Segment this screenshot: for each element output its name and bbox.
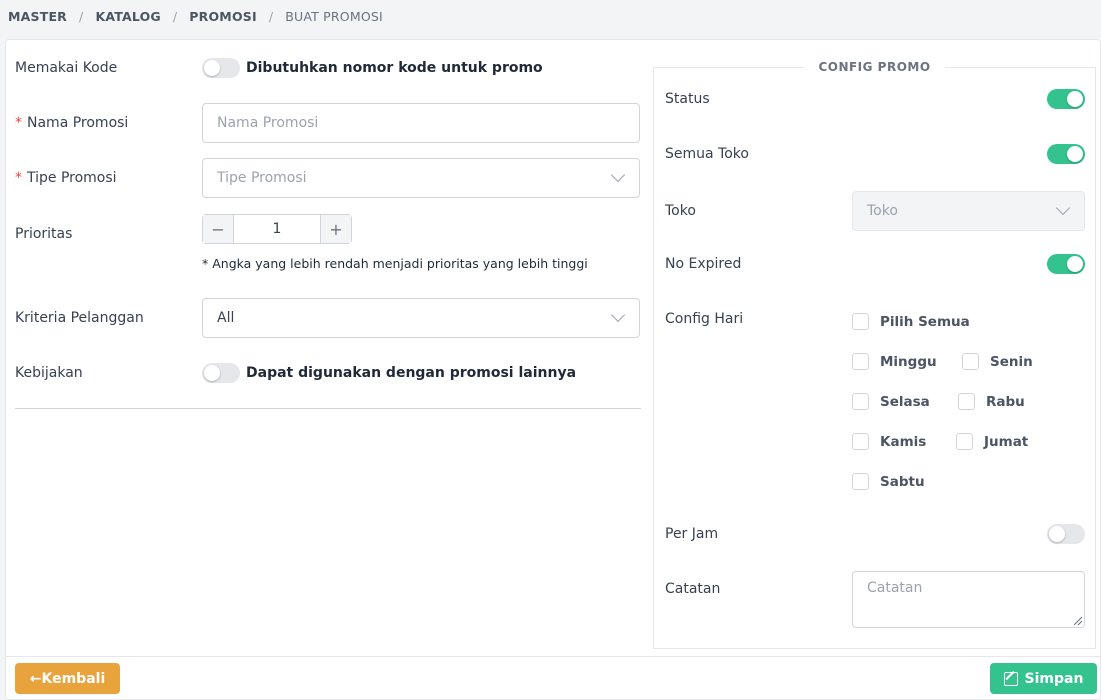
form-card: Memakai Kode Dibutuhkan nomor kode untuk… — [5, 39, 1101, 700]
checkbox-box[interactable] — [852, 353, 869, 370]
semua-toko-row: Semua Toko — [665, 144, 1085, 164]
prioritas-value[interactable]: 1 — [233, 215, 321, 243]
sabtu-label: Sabtu — [880, 473, 925, 490]
prioritas-hint: * Angka yang lebih rendah menjadi priori… — [202, 256, 588, 271]
breadcrumb-separator: / — [268, 9, 274, 24]
edit-icon — [1003, 671, 1018, 686]
arrow-left-icon: ← — [29, 670, 42, 687]
breadcrumb-separator: / — [172, 9, 178, 24]
kriteria-value: All — [217, 310, 235, 326]
kebijakan-toggle-text: Dapat digunakan dengan promosi lainnya — [246, 365, 577, 381]
kebijakan-label: Kebijakan — [15, 365, 83, 381]
no-expired-label: No Expired — [665, 256, 742, 272]
per-jam-toggle[interactable] — [1047, 524, 1085, 544]
breadcrumb-katalog[interactable]: KATALOG — [95, 9, 160, 24]
semua-toko-label: Semua Toko — [665, 146, 749, 162]
divider — [15, 408, 641, 409]
selasa-label: Selasa — [880, 393, 930, 410]
rabu-checkbox[interactable]: Rabu — [958, 393, 1025, 410]
checkbox-box[interactable] — [956, 433, 973, 450]
status-row: Status — [665, 89, 1085, 109]
sabtu-checkbox[interactable]: Sabtu — [852, 473, 925, 490]
config-promo-title-text: CONFIG PROMO — [804, 60, 945, 74]
checkbox-box[interactable] — [852, 393, 869, 410]
kriteria-row: Kriteria Pelanggan All — [15, 298, 641, 338]
jumat-checkbox[interactable]: Jumat — [956, 433, 1028, 450]
tipe-promosi-row: * Tipe Promosi Tipe Promosi — [15, 158, 641, 198]
config-hari-label: Config Hari — [665, 311, 744, 327]
prioritas-label: Prioritas — [15, 226, 73, 242]
memakai-kode-toggle[interactable] — [202, 58, 240, 78]
checkbox-box[interactable] — [852, 473, 869, 490]
toko-select[interactable]: Toko — [852, 191, 1085, 231]
checkbox-box[interactable] — [852, 313, 869, 330]
selasa-checkbox[interactable]: Selasa — [852, 393, 930, 410]
minggu-checkbox[interactable]: Minggu — [852, 353, 937, 370]
checkbox-box[interactable] — [962, 353, 979, 370]
kamis-label: Kamis — [880, 433, 927, 450]
save-button-label: Simpan — [1024, 670, 1084, 687]
nama-promosi-label: * Nama Promosi — [15, 115, 202, 131]
config-promo-panel: CONFIG PROMO Status Semua Toko Toko Toko… — [653, 60, 1096, 649]
tipe-promosi-select[interactable]: Tipe Promosi — [202, 158, 640, 198]
kamis-checkbox[interactable]: Kamis — [852, 433, 926, 450]
chevron-down-icon — [610, 167, 626, 183]
pilih-semua-label: Pilih Semua — [880, 313, 970, 330]
kriteria-label: Kriteria Pelanggan — [15, 310, 144, 326]
prioritas-stepper: − 1 + — [202, 214, 352, 244]
kebijakan-toggle[interactable] — [202, 363, 240, 383]
checkbox-box[interactable] — [958, 393, 975, 410]
status-label: Status — [665, 91, 710, 107]
tipe-promosi-label: * Tipe Promosi — [15, 170, 202, 186]
checkbox-box[interactable] — [852, 433, 869, 450]
memakai-kode-label: Memakai Kode — [15, 60, 118, 76]
chevron-down-icon — [1055, 200, 1071, 216]
minggu-label: Minggu — [880, 353, 937, 370]
required-mark: * — [15, 115, 22, 131]
breadcrumb-separator: / — [79, 9, 84, 24]
no-expired-row: No Expired — [665, 254, 1085, 274]
back-button[interactable]: ← Kembali — [15, 663, 120, 694]
breadcrumb-master[interactable]: MASTER — [8, 9, 67, 24]
kebijakan-row: Kebijakan Dapat digunakan dengan promosi… — [15, 363, 641, 383]
senin-label: Senin — [990, 353, 1033, 370]
status-toggle[interactable] — [1047, 89, 1085, 109]
resize-handle-icon[interactable] — [1074, 617, 1082, 625]
toko-row: Toko Toko — [665, 191, 1085, 231]
decrement-button[interactable]: − — [203, 215, 233, 243]
catatan-placeholder: Catatan — [867, 580, 923, 596]
save-button[interactable]: Simpan — [990, 663, 1097, 694]
chevron-down-icon — [610, 307, 626, 323]
breadcrumb: MASTER / KATALOG / PROMOSI / BUAT PROMOS… — [0, 0, 1101, 33]
config-promo-title: CONFIG PROMO — [654, 60, 1095, 74]
catatan-textarea[interactable]: Catatan — [852, 571, 1085, 628]
toko-placeholder: Toko — [867, 203, 898, 219]
nama-promosi-label-text: Nama Promosi — [27, 115, 129, 131]
tipe-promosi-placeholder: Tipe Promosi — [217, 170, 307, 186]
toko-label: Toko — [665, 203, 696, 219]
back-button-label: Kembali — [41, 670, 106, 687]
senin-checkbox[interactable]: Senin — [962, 353, 1033, 370]
semua-toko-toggle[interactable] — [1047, 144, 1085, 164]
per-jam-row: Per Jam — [665, 524, 1085, 544]
no-expired-toggle[interactable] — [1047, 254, 1085, 274]
rabu-label: Rabu — [986, 393, 1025, 410]
increment-button[interactable]: + — [321, 215, 351, 243]
breadcrumb-current: BUAT PROMOSI — [285, 9, 383, 24]
per-jam-label: Per Jam — [665, 526, 719, 542]
jumat-label: Jumat — [984, 433, 1029, 450]
breadcrumb-promosi[interactable]: PROMOSI — [189, 9, 257, 24]
footer-divider — [6, 656, 1100, 657]
memakai-kode-row: Memakai Kode Dibutuhkan nomor kode untuk… — [15, 58, 641, 78]
required-mark: * — [15, 170, 22, 186]
memakai-kode-toggle-text: Dibutuhkan nomor kode untuk promo — [246, 60, 543, 76]
catatan-label: Catatan — [665, 581, 721, 597]
prioritas-row: Prioritas − 1 + — [15, 214, 641, 244]
nama-promosi-input[interactable]: Nama Promosi — [202, 103, 640, 143]
tipe-promosi-label-text: Tipe Promosi — [27, 170, 117, 186]
kriteria-select[interactable]: All — [202, 298, 640, 338]
catatan-row: Catatan Catatan — [665, 571, 1085, 628]
pilih-semua-checkbox[interactable]: Pilih Semua — [852, 313, 970, 330]
nama-promosi-row: * Nama Promosi Nama Promosi — [15, 103, 641, 143]
